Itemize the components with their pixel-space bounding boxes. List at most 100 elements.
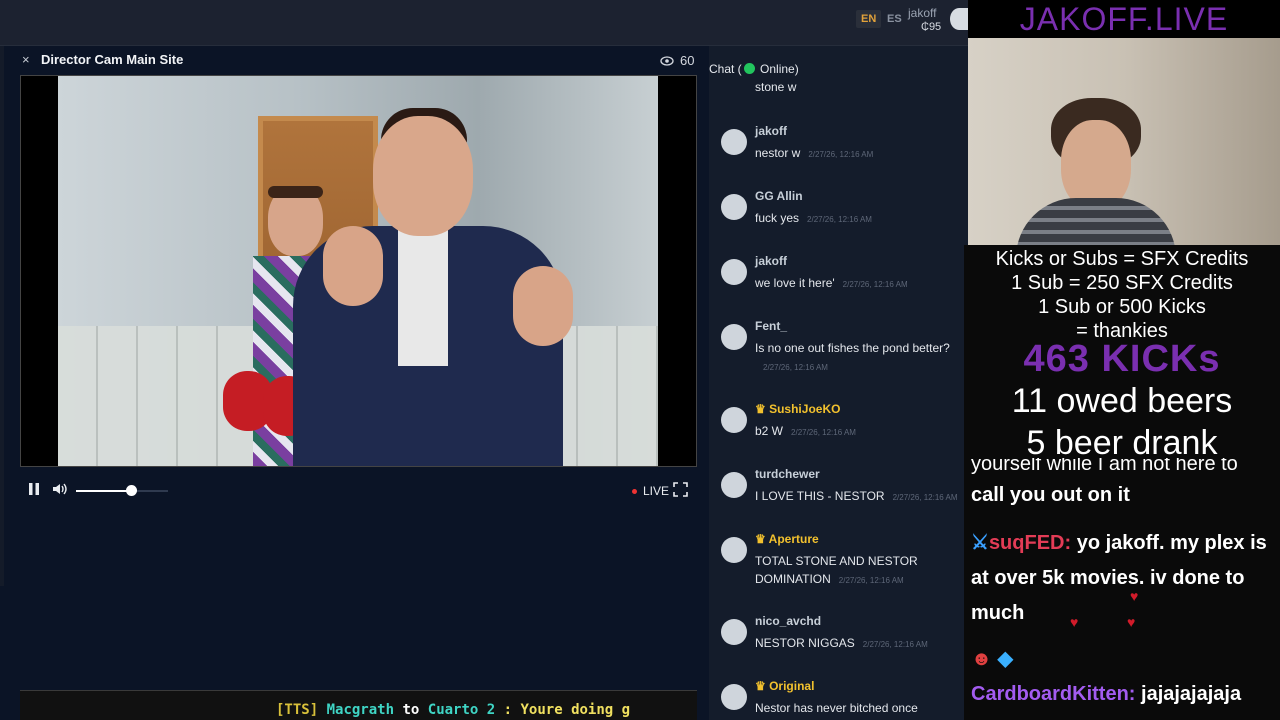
tts-ticker: [TTS] Macgrath to Cuarto 2 : Youre doing… [20, 690, 697, 720]
chat-username[interactable]: nico_avchd [755, 614, 821, 628]
crown-icon: ♛ [755, 402, 770, 416]
chat-timestamp: 2/27/26, 12:16 AM [842, 280, 908, 289]
chat-header: Chat ( Online) [709, 62, 799, 76]
tts-from: Macgrath [326, 702, 395, 718]
cube-icon: ◆ [997, 648, 1013, 670]
chat-message-text: stone w [755, 80, 797, 94]
list-item: ♛ Original Nestor has never bitched once [721, 679, 968, 720]
chat-username[interactable]: turdchewer [755, 467, 820, 481]
chat-timestamp: 2/27/26, 12:16 AM [838, 576, 904, 585]
avatar[interactable] [721, 537, 747, 563]
chat-timestamp: 2/27/26, 12:16 AM [862, 640, 928, 649]
stream-cam: JAKOFF.LIVE [968, 0, 1280, 245]
online-status-icon [743, 63, 755, 74]
eye-icon [660, 55, 674, 66]
avatar[interactable] [721, 407, 747, 433]
crown-icon: ♛ [755, 532, 769, 546]
list-item: jakoff nestor w 2/27/26, 12:16 AM [721, 124, 968, 184]
language-es-button[interactable]: ES [882, 10, 907, 28]
chat-username[interactable]: ♛ Aperture [755, 532, 819, 546]
video-player[interactable] [20, 75, 697, 467]
viewer-count: 60 [660, 53, 694, 68]
chat-header-label: Chat ( [709, 62, 742, 76]
player-controls: LIVE [20, 478, 697, 504]
chat-message-text: b2 W 2/27/26, 12:16 AM [755, 424, 856, 438]
volume-icon[interactable] [52, 482, 68, 499]
volume-slider[interactable] [76, 485, 168, 496]
skull-icon: ☻ [971, 648, 993, 670]
live-dot [632, 488, 637, 494]
overlay-line-1: Kicks or Subs = SFX Credits [995, 248, 1249, 270]
chat-username[interactable]: jakoff [755, 124, 787, 138]
language-en-button[interactable]: EN [856, 10, 882, 28]
overlay-line-2: 1 Sub = 250 SFX Credits [1011, 272, 1233, 294]
beers-owed: 11 owed beers [1011, 382, 1233, 420]
username[interactable]: jakoff [908, 6, 936, 20]
chat-message-text: Nestor has never bitched once [755, 701, 918, 715]
heart-icon: ♥ [1070, 614, 1079, 630]
chat-username[interactable]: ♛ Original [755, 679, 814, 693]
chat-message-text: we love it here' 2/27/26, 12:16 AM [755, 276, 908, 290]
tts-line: [TTS] Macgrath to Cuarto 2 : Youre doing… [276, 702, 630, 718]
overlay-chat-partial: yourself while I am not here to [971, 458, 1238, 475]
avatar[interactable] [721, 684, 747, 710]
close-icon[interactable]: × [22, 52, 30, 67]
overlay-chat-username: CardboardKitten: [971, 683, 1136, 705]
list-item: jakoff we love it here' 2/27/26, 12:16 AM [721, 254, 968, 314]
overlay-line-3: 1 Sub or 500 Kicks [1038, 296, 1206, 318]
chat-message-text: I LOVE THIS - NESTOR 2/27/26, 12:16 AM [755, 489, 958, 503]
chat-status: Online) [760, 62, 799, 76]
list-item: nico_avchd NESTOR NIGGAS 2/27/26, 12:16 AM [721, 614, 968, 674]
avatar[interactable] [721, 619, 747, 645]
avatar[interactable] [721, 129, 747, 155]
chat-message-text: nestor w 2/27/26, 12:16 AM [755, 146, 874, 160]
crown-icon: ♛ [755, 679, 770, 693]
list-item: ♛ Aperture TOTAL STONE AND NESTOR DOMINAT… [721, 532, 968, 592]
chat-username[interactable]: GG Allin [755, 189, 803, 203]
volume-slider-handle[interactable] [126, 485, 138, 496]
tts-tag: [TTS] [276, 702, 319, 718]
chat-message-text: fuck yes 2/27/26, 12:16 AM [755, 211, 872, 225]
cam-feed [968, 38, 1280, 245]
fullscreen-icon[interactable] [673, 482, 688, 497]
balance: ₵95 [921, 21, 942, 33]
chat-username[interactable]: ♛ SushiJoeKO [755, 402, 840, 416]
overlay-chat-badges: ☻ ◆ [971, 642, 1276, 677]
tts-target: Cuarto 2 [427, 702, 496, 718]
overlay-chat-message: CardboardKitten: jajajajajaja [971, 677, 1276, 712]
avatar[interactable] [950, 8, 968, 30]
chat-username[interactable]: Fent_ [755, 319, 787, 333]
kick-counter: 463 KICKs [1023, 338, 1221, 380]
player-title: Director Cam Main Site [41, 52, 184, 67]
avatar[interactable] [721, 472, 747, 498]
chat-panel: Chat ( Online) stone w jakoff nestor w 2/2… [709, 46, 968, 720]
avatar[interactable] [721, 194, 747, 220]
overlay-chat-line: call you out on it [971, 484, 1130, 506]
pause-icon[interactable] [28, 482, 40, 499]
overlay-chat-message: ⚔suqFED: yo jakoff. my plex is at over 5… [971, 526, 1276, 631]
live-indicator: LIVE [632, 484, 669, 498]
top-bar: EN ES jakoff ₵95 [0, 0, 968, 46]
live-label: LIVE [643, 484, 670, 498]
chat-timestamp: 2/27/26, 12:16 AM [763, 363, 828, 372]
chat-username[interactable]: jakoff [755, 254, 787, 268]
avatar[interactable] [721, 324, 747, 350]
sword-icon: ⚔ [971, 532, 989, 554]
list-item: turdchewer I LOVE THIS - NESTOR 2/27/26, 1… [721, 467, 968, 527]
video-frame [58, 76, 658, 466]
list-item: GG Allin fuck yes 2/27/26, 12:16 AM [721, 189, 968, 249]
chat-timestamp: 2/27/26, 12:16 AM [892, 493, 958, 502]
stream-title: JAKOFF.LIVE [968, 0, 1280, 38]
left-rail [0, 46, 4, 586]
tts-message: : Youre doing g [503, 702, 631, 718]
tts-to-word: to [402, 702, 420, 718]
chat-timestamp: 2/27/26, 12:16 AM [807, 215, 872, 224]
avatar[interactable] [721, 259, 747, 285]
chat-message-text: Is no one out fishes the pond better?2/2… [755, 341, 950, 372]
overlay-chat-username: suqFED: [988, 532, 1072, 554]
heart-icon: ♥ [1127, 614, 1136, 630]
heart-icon: ♥ [1130, 588, 1139, 604]
list-item: ♛ SushiJoeKO b2 W 2/27/26, 12:16 AM [721, 402, 968, 462]
chat-message-text: NESTOR NIGGAS 2/27/26, 12:16 AM [755, 636, 928, 650]
overlay-chat-text: jajajajajaja [1141, 683, 1242, 705]
